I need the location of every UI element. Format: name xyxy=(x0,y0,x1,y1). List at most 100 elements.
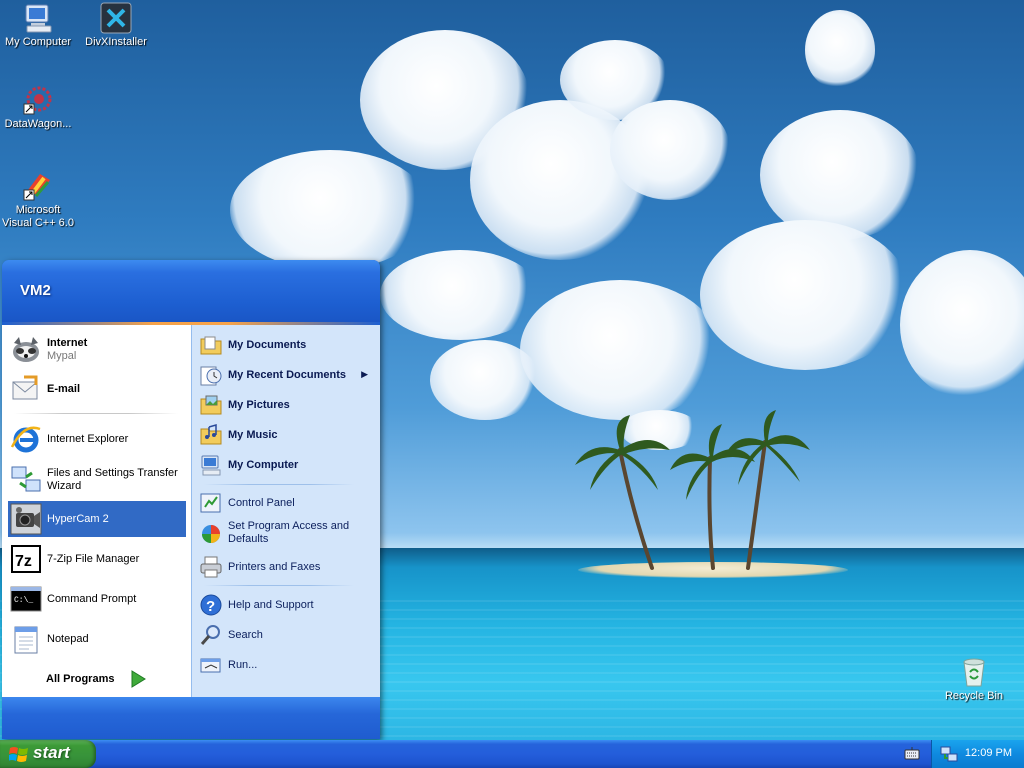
cloud xyxy=(610,100,730,200)
menu-item-transfer-wizard[interactable]: Files and Settings Transfer Wizard xyxy=(8,461,186,497)
menu-item-my-documents[interactable]: My Documents xyxy=(198,331,374,359)
7zip-icon: 7z xyxy=(10,543,42,575)
cloud xyxy=(230,150,430,270)
menu-item-label: My Music xyxy=(228,429,278,441)
menu-item-label: Run... xyxy=(228,659,258,671)
menu-item-internet[interactable]: Internet Mypal xyxy=(8,331,186,367)
menu-item-label: E-mail xyxy=(47,383,81,395)
windows-logo-icon xyxy=(9,747,28,762)
email-icon xyxy=(10,373,42,405)
computer-icon xyxy=(200,454,222,476)
user-name: VM2 xyxy=(20,282,51,299)
submenu-arrow-icon: ▶ xyxy=(361,369,368,379)
folder-documents-icon xyxy=(200,334,222,356)
menu-item-hypercam[interactable]: HyperCam 2 xyxy=(8,501,186,537)
desktop-icon-divxinstaller[interactable]: DivXInstaller xyxy=(78,2,154,49)
keyboard-icon[interactable] xyxy=(904,746,920,762)
cloud xyxy=(900,250,1024,400)
desktop-icon-label: DataWagon... xyxy=(4,118,72,130)
desktop-icon-my-computer[interactable]: My Computer xyxy=(0,2,76,49)
start-menu-right-pane: My Documents My Recent Documents ▶ My Pi… xyxy=(191,325,380,697)
transfer-wizard-icon xyxy=(10,463,42,495)
search-icon xyxy=(200,624,222,646)
menu-item-my-recent-documents[interactable]: My Recent Documents ▶ xyxy=(198,361,374,389)
desktop-icon-label: Recycle Bin xyxy=(944,690,1004,702)
menu-item-label: My Recent Documents xyxy=(228,369,346,381)
menu-item-my-pictures[interactable]: My Pictures xyxy=(198,391,374,419)
system-tray: 12:09 PM xyxy=(931,740,1024,768)
menu-item-help-and-support[interactable]: ? Help and Support xyxy=(198,591,374,619)
desktop-icon-visual-cpp[interactable]: Microsoft Visual C++ 6.0 xyxy=(0,170,76,230)
menu-item-label: Help and Support xyxy=(228,599,314,611)
menu-item-my-computer[interactable]: My Computer xyxy=(198,451,374,479)
menu-item-label: Internet Explorer xyxy=(47,433,129,445)
green-arrow-icon xyxy=(130,669,146,689)
start-label: start xyxy=(33,743,70,762)
svg-text:7z: 7z xyxy=(15,553,32,570)
start-button[interactable]: start xyxy=(0,740,96,768)
menu-item-label: Search xyxy=(228,629,263,641)
desktop-icon-label: Microsoft Visual C++ 6.0 xyxy=(2,204,74,229)
menu-item-search[interactable]: Search xyxy=(198,621,374,649)
desktop-icon-label: My Computer xyxy=(4,36,72,48)
menu-item-label: Command Prompt xyxy=(47,593,137,605)
clock[interactable]: 12:09 PM xyxy=(965,747,1012,759)
menu-item-set-program-access[interactable]: Set Program Access and Defaults xyxy=(198,517,374,551)
menu-item-label: Internet xyxy=(47,337,88,349)
menu-item-7zip[interactable]: 7z 7-Zip File Manager xyxy=(8,541,186,577)
folder-music-icon xyxy=(200,424,222,446)
program-access-icon xyxy=(200,523,222,545)
menu-item-label: My Documents xyxy=(228,339,307,351)
mypal-icon xyxy=(10,333,42,365)
start-menu: VM2 Internet Mypal E-mail Internet Explo… xyxy=(2,260,380,739)
menu-item-my-music[interactable]: My Music xyxy=(198,421,374,449)
menu-item-label: HyperCam 2 xyxy=(47,513,109,525)
desktop-icon-recycle-bin[interactable]: Recycle Bin xyxy=(936,656,1012,703)
menu-item-email[interactable]: E-mail xyxy=(8,371,186,407)
menu-item-label: Set Program Access and Defaults xyxy=(228,520,350,545)
menu-item-label: 7-Zip File Manager xyxy=(47,553,140,565)
right-pane-separator xyxy=(204,585,354,586)
menu-item-control-panel[interactable]: Control Panel xyxy=(198,489,374,517)
palm-trees xyxy=(575,410,810,570)
start-menu-footer xyxy=(2,697,380,739)
menu-item-label: Printers and Faxes xyxy=(228,561,321,573)
menu-item-label: My Computer xyxy=(228,459,299,471)
printer-icon xyxy=(200,556,222,578)
menu-item-label: Control Panel xyxy=(228,497,295,509)
cloud xyxy=(380,250,540,340)
desktop-icon-datawagon[interactable]: DataWagon... xyxy=(0,84,76,131)
recycle-bin-icon xyxy=(958,656,990,688)
menu-item-notepad[interactable]: Notepad xyxy=(8,621,186,657)
menu-item-internet-explorer[interactable]: Internet Explorer xyxy=(8,421,186,457)
menu-item-label: Files and Settings Transfer Wizard xyxy=(47,467,178,492)
menu-item-label: Notepad xyxy=(47,633,89,645)
network-icon[interactable] xyxy=(940,745,958,763)
my-computer-icon xyxy=(22,2,54,34)
run-icon xyxy=(200,654,222,676)
control-panel-icon xyxy=(200,492,222,514)
start-menu-left-pane: Internet Mypal E-mail Internet Explorer … xyxy=(2,325,191,714)
menu-item-sublabel: Mypal xyxy=(47,350,77,362)
command-prompt-icon: C:\_ xyxy=(10,583,42,615)
svg-text:C:\_: C:\_ xyxy=(14,596,33,605)
help-icon: ? xyxy=(200,594,222,616)
menu-item-command-prompt[interactable]: C:\_ Command Prompt xyxy=(8,581,186,617)
folder-pictures-icon xyxy=(200,394,222,416)
datawagon-icon xyxy=(22,84,54,116)
menu-item-label: My Pictures xyxy=(228,399,290,411)
internet-explorer-icon xyxy=(10,423,42,455)
all-programs-button[interactable]: All Programs xyxy=(2,663,191,695)
right-pane-separator xyxy=(204,484,354,485)
notepad-icon xyxy=(10,623,42,655)
all-programs-label: All Programs xyxy=(46,673,115,685)
divx-icon xyxy=(100,2,132,34)
recent-documents-icon xyxy=(200,364,222,386)
visual-cpp-icon xyxy=(22,170,54,202)
menu-item-run[interactable]: Run... xyxy=(198,651,374,679)
svg-text:?: ? xyxy=(206,598,215,615)
start-menu-header: VM2 xyxy=(2,260,380,322)
taskbar: start 12:09 PM xyxy=(0,740,1024,768)
cloud xyxy=(805,10,875,90)
menu-item-printers-and-faxes[interactable]: Printers and Faxes xyxy=(198,553,374,581)
